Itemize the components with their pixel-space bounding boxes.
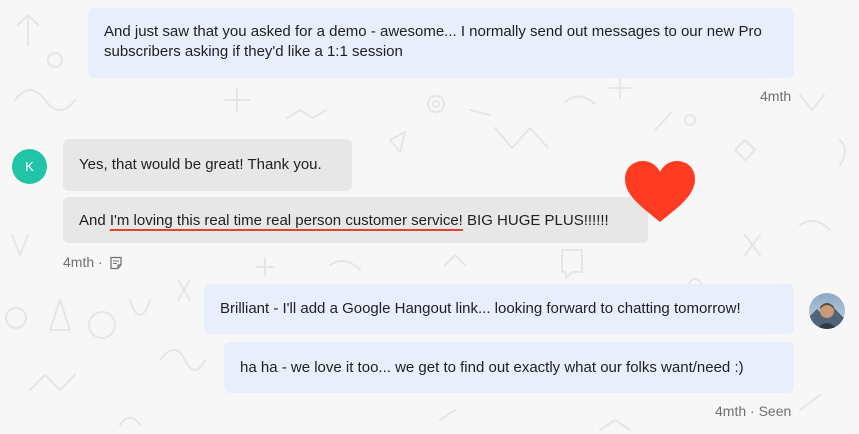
- message-meta: 4mth ·: [63, 254, 123, 270]
- message-text-suffix: BIG HUGE PLUS!!!!!!: [462, 212, 609, 229]
- highlighted-text: I'm loving this real time real person cu…: [109, 212, 463, 229]
- message-text: Yes, that would be great! Thank you.: [79, 156, 322, 173]
- message-text-prefix: And: [79, 212, 110, 229]
- message-text: Brilliant - I'll add a Google Hangout li…: [220, 300, 741, 317]
- message-timestamp: 4mth: [760, 88, 792, 104]
- message-bubble-outgoing[interactable]: Brilliant - I'll add a Google Hangout li…: [204, 284, 794, 334]
- message-bubble-outgoing[interactable]: ha ha - we love it too... we get to find…: [224, 342, 794, 393]
- message-bubble-incoming[interactable]: Yes, that would be great! Thank you.: [63, 139, 352, 191]
- message-text: ha ha - we love it too... we get to find…: [240, 359, 744, 376]
- avatar-initial: K: [25, 159, 34, 174]
- message-bubble-outgoing[interactable]: And just saw that you asked for a demo -…: [88, 8, 794, 78]
- avatar[interactable]: [809, 293, 845, 329]
- message-status: 4mth · Seen: [715, 403, 792, 419]
- message-text: And just saw that you asked for a demo -…: [104, 23, 762, 60]
- message-bubble-incoming[interactable]: And I'm loving this real time real perso…: [63, 197, 648, 243]
- message-timestamp: 4mth ·: [63, 254, 103, 270]
- heart-icon[interactable]: [623, 160, 697, 224]
- avatar[interactable]: K: [12, 149, 47, 184]
- avatar-photo-icon: [809, 293, 845, 329]
- note-icon[interactable]: [109, 256, 123, 270]
